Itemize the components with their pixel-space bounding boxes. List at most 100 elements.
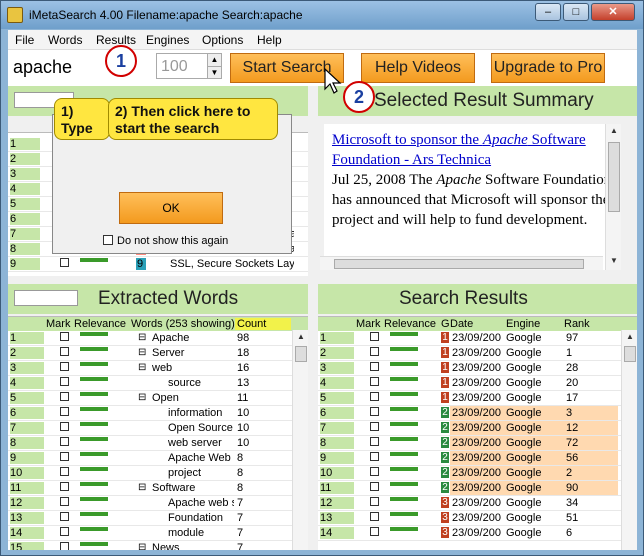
table-row[interactable]: 4 1 23/09/200 Google 20 [318,376,637,391]
checkbox-box[interactable] [103,235,113,245]
mark-checkbox[interactable] [60,512,69,521]
list-item[interactable]: 12 Apache web serve7 [8,496,308,511]
mark-checkbox[interactable] [60,467,69,476]
list-item[interactable]: 5 ⊟ Open 11 [8,391,308,406]
mark-checkbox[interactable] [370,527,379,536]
table-row[interactable]: 11 2 23/09/200 Google 90 [318,481,637,496]
expand-icon[interactable]: ⊟ [138,392,146,403]
expand-icon[interactable]: ⊟ [138,362,146,373]
stepper-down-icon[interactable]: ▼ [207,66,221,78]
scroll-up-icon[interactable]: ▲ [622,330,637,344]
list-item[interactable]: 15 ⊟ News 7 [8,541,308,550]
mark-checkbox[interactable] [370,437,379,446]
mark-checkbox[interactable] [370,482,379,491]
help-videos-button[interactable]: Help Videos [361,53,475,83]
mark-checkbox[interactable] [60,527,69,536]
mark-checkbox[interactable] [370,392,379,401]
mark-checkbox[interactable] [370,377,379,386]
mark-checkbox[interactable] [60,332,69,341]
list-item[interactable]: 2 ⊟ Server 18 [8,346,308,361]
results-count-stepper[interactable]: 100 ▲ ▼ [156,53,222,79]
list-item[interactable]: 4 source 13 [8,376,308,391]
scroll-down-icon[interactable]: ▼ [606,254,622,268]
col-count[interactable]: Count [235,318,291,330]
col-relevance[interactable]: Relevance [384,318,436,330]
dont-show-checkbox[interactable]: Do not show this again [103,235,228,247]
scroll-thumb[interactable] [624,346,636,362]
list-item[interactable]: 9 Apache Web 8 [8,451,308,466]
mark-checkbox[interactable] [370,407,379,416]
mark-checkbox[interactable] [60,407,69,416]
words-scrollbar[interactable]: ▲ [292,330,308,550]
list-item[interactable]: 3 ⊟ web 16 [8,361,308,376]
table-row[interactable]: 10 2 23/09/200 Google 2 [318,466,637,481]
table-row[interactable]: 3 1 23/09/200 Google 28 [318,361,637,376]
table-row[interactable]: 12 3 23/09/200 Google 34 [318,496,637,511]
table-row[interactable]: 2 1 23/09/200 Google 1 [318,346,637,361]
expand-icon[interactable]: ⊟ [138,332,146,343]
mark-checkbox[interactable] [60,258,69,267]
mark-checkbox[interactable] [60,497,69,506]
scroll-thumb[interactable] [608,142,620,212]
expand-icon[interactable]: ⊟ [138,482,146,493]
mark-checkbox[interactable] [60,362,69,371]
table-row[interactable]: 9 9 SSL, Secure Sockets Lay [8,257,308,272]
table-row[interactable]: 8 2 23/09/200 Google 72 [318,436,637,451]
col-words[interactable]: Words (253 showing) [131,318,235,330]
mark-checkbox[interactable] [60,422,69,431]
menu-engines[interactable]: Engines [146,33,189,47]
table-row[interactable]: 5 1 23/09/200 Google 17 [318,391,637,406]
list-item[interactable]: 13 Foundation 7 [8,511,308,526]
stepper-up-icon[interactable]: ▲ [207,54,221,66]
mark-checkbox[interactable] [370,452,379,461]
mark-checkbox[interactable] [60,347,69,356]
menu-file[interactable]: File [15,33,34,47]
menu-help[interactable]: Help [257,33,282,47]
table-row[interactable]: 9 2 23/09/200 Google 56 [318,451,637,466]
col-g[interactable]: G [441,318,450,330]
mark-checkbox[interactable] [370,422,379,431]
maximize-icon[interactable]: □ [563,3,589,21]
list-item[interactable]: 10 project 8 [8,466,308,481]
hscroll-thumb[interactable] [334,259,584,269]
table-row[interactable]: 13 3 23/09/200 Google 51 [318,511,637,526]
results-scrollbar[interactable]: ▲ [621,330,637,550]
mark-checkbox[interactable] [60,542,69,550]
mark-checkbox[interactable] [60,392,69,401]
list-item[interactable]: 8 web server 10 [8,436,308,451]
mark-checkbox[interactable] [370,332,379,341]
summary-link[interactable]: Microsoft to sponsor the Apache Software… [332,132,586,168]
menu-words[interactable]: Words [48,33,82,47]
table-row[interactable]: 1 1 23/09/200 Google 97 [318,331,637,346]
scroll-up-icon[interactable]: ▲ [606,124,622,138]
col-rank[interactable]: Rank [564,318,590,330]
summary-scrollbar[interactable]: ▲ ▼ [605,124,621,270]
mark-checkbox[interactable] [60,452,69,461]
table-row[interactable]: 6 2 23/09/200 Google 3 [318,406,637,421]
mark-checkbox[interactable] [60,482,69,491]
summary-hscrollbar[interactable] [320,256,603,270]
mark-checkbox[interactable] [370,512,379,521]
expand-icon[interactable]: ⊟ [138,542,146,550]
mark-checkbox[interactable] [60,377,69,386]
list-item[interactable]: 14 module 7 [8,526,308,541]
mark-checkbox[interactable] [370,362,379,371]
col-mark[interactable]: Mark [46,318,70,330]
scroll-thumb[interactable] [295,346,307,362]
words-slider[interactable] [14,290,78,306]
minimize-icon[interactable]: – [535,3,561,21]
table-row[interactable]: 14 3 23/09/200 Google 6 [318,526,637,541]
mark-checkbox[interactable] [60,437,69,446]
table-row[interactable]: 7 2 23/09/200 Google 12 [318,421,637,436]
col-relevance[interactable]: Relevance [74,318,126,330]
mark-checkbox[interactable] [370,467,379,476]
list-item[interactable]: 1 ⊟ Apache 98 [8,331,308,346]
col-date[interactable]: Date [450,318,473,330]
list-item[interactable]: 7 Open Source 10 [8,421,308,436]
scroll-up-icon[interactable]: ▲ [293,330,308,344]
ok-button[interactable]: OK [119,192,223,224]
mark-checkbox[interactable] [370,347,379,356]
close-icon[interactable]: ✕ [591,3,635,21]
expand-icon[interactable]: ⊟ [138,347,146,358]
list-item[interactable]: 11 ⊟ Software 8 [8,481,308,496]
